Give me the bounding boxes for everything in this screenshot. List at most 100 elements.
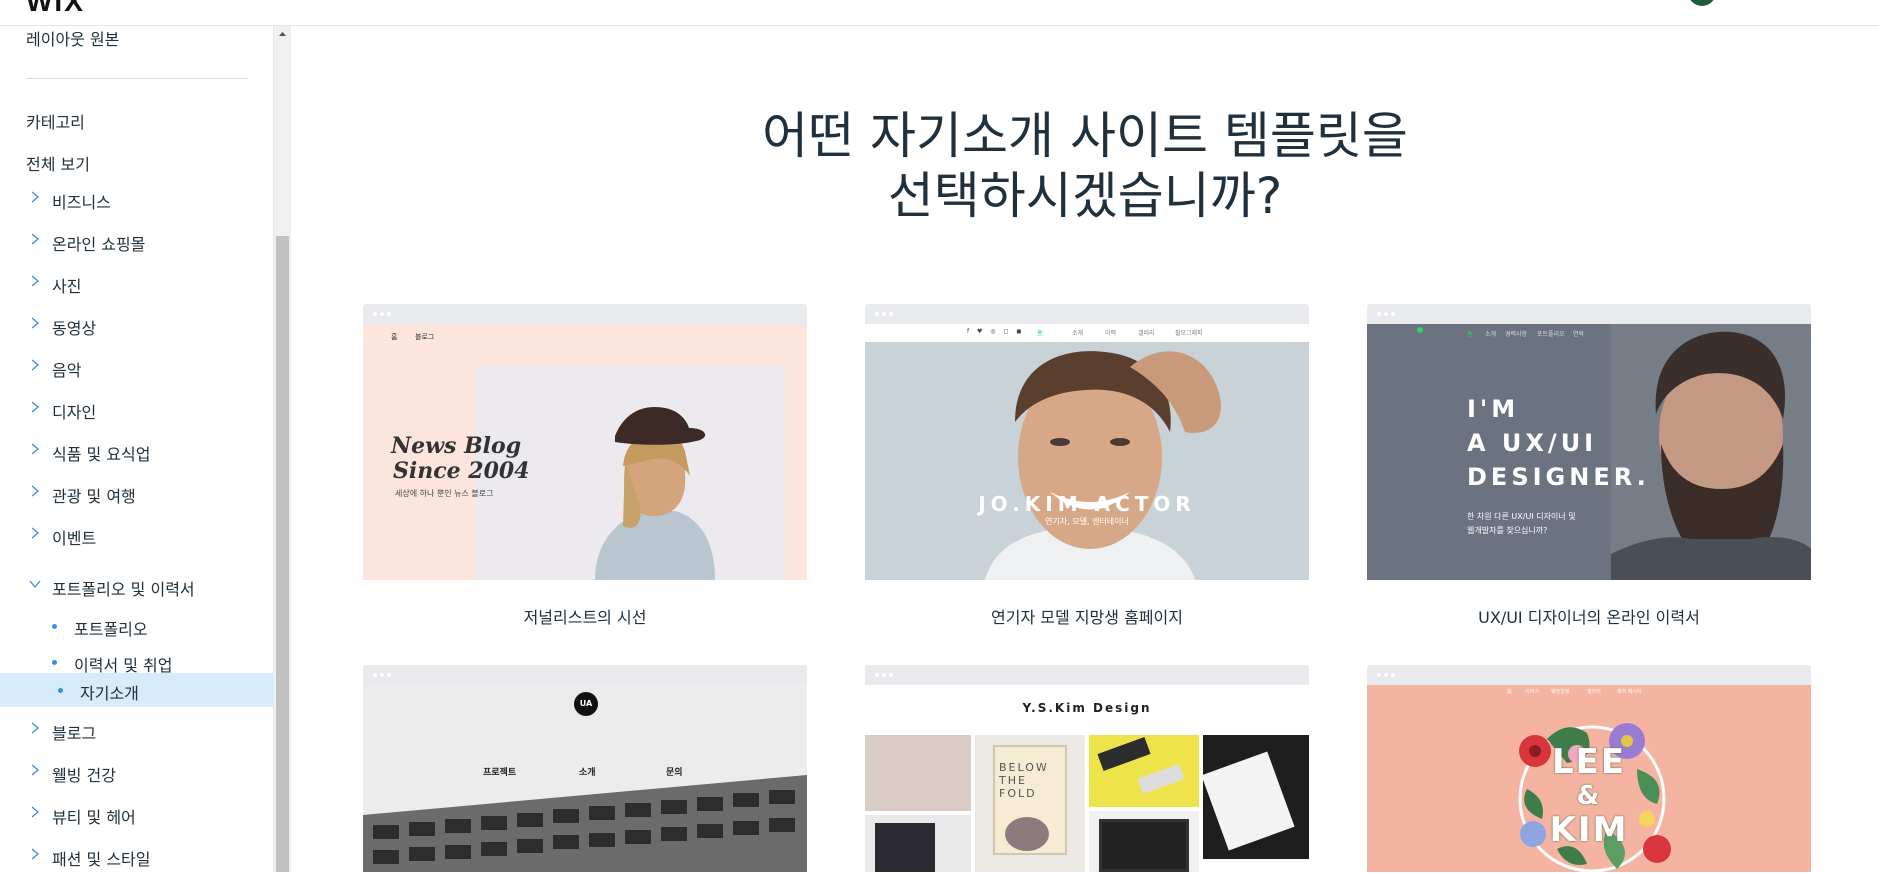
template-nav-blog: 블로그: [415, 333, 435, 341]
window-dot-icon: [889, 673, 893, 677]
window-dot-icon: [889, 312, 893, 316]
template-nav-item: 갤러리: [1587, 689, 1601, 695]
chevron-right-icon: [31, 764, 40, 776]
browser-chrome: [865, 304, 1309, 324]
gallery-tile: BELOW THE FOLD: [975, 735, 1085, 872]
template-nav-item: 홈: [1507, 689, 1512, 695]
sidebar-item-label: 뷰티 및 헤어: [52, 808, 136, 827]
scroll-up-arrow-icon[interactable]: [274, 26, 291, 43]
sidebar-category-item[interactable]: 사진: [0, 266, 274, 300]
sidebar-category-item[interactable]: 패션 및 스타일: [0, 839, 274, 873]
sidebar-category-item[interactable]: 온라인 쇼핑몰: [0, 224, 274, 258]
browser-chrome: [363, 665, 807, 685]
sidebar-category-item[interactable]: 블로그: [0, 713, 274, 747]
template-caption[interactable]: 저널리스트의 시선: [363, 604, 807, 628]
sidebar-divider: [26, 78, 248, 79]
sidebar-scrollbar[interactable]: [274, 26, 291, 872]
template-thumbnail: 홈 소개 경력사항 포트폴리오 연락 I'M A UX/UI DESIGNER.…: [1367, 324, 1811, 580]
template-card-journalist[interactable]: 홈 블로그 News Blog Since 2004 세상에 하나 뿐인 뉴스 …: [363, 304, 807, 644]
template-thumbnail: 홈 블로그 News Blog Since 2004 세상에 하나 뿐인 뉴스 …: [363, 324, 807, 580]
template-nav-item: 문의: [666, 768, 683, 778]
template-card-ux-designer[interactable]: 홈 소개 경력사항 포트폴리오 연락 I'M A UX/UI DESIGNER.…: [1367, 304, 1811, 644]
sidebar-category-item[interactable]: 디자인: [0, 392, 274, 426]
template-subtitle-line2: 웹개발자를 찾으십니까?: [1467, 526, 1548, 535]
template-title: JO.KIM ACTOR: [978, 492, 1196, 516]
chevron-right-icon: [31, 275, 40, 287]
sidebar-category-item[interactable]: 식품 및 요식업: [0, 434, 274, 468]
template-title-line2: Since 2004: [393, 458, 530, 484]
bullet-icon: [52, 660, 57, 665]
sidebar-item-portfolio-resume[interactable]: 포트폴리오 및 이력서: [0, 569, 274, 603]
chevron-right-icon: [31, 848, 40, 860]
page-title: 어떤 자기소개 사이트 템플릿을 선택하시겠습니까?: [291, 106, 1879, 226]
scrollbar-thumb[interactable]: [276, 236, 289, 872]
bullet-icon: [58, 688, 63, 693]
sidebar-category-item[interactable]: 동영상: [0, 308, 274, 342]
window-dot-icon: [1377, 312, 1381, 316]
bullet-icon: [52, 624, 57, 629]
chevron-right-icon: [31, 359, 40, 371]
template-subtitle: 세상에 하나 뿐인 뉴스 블로그: [395, 489, 494, 498]
window-dot-icon: [875, 673, 879, 677]
poster-text: BELOW THE FOLD: [999, 761, 1049, 800]
sidebar-item-label: 식품 및 요식업: [52, 445, 151, 464]
logo-partial[interactable]: WIX: [26, 0, 85, 18]
window-dot-icon: [387, 312, 391, 316]
view-all-link[interactable]: 전체 보기: [26, 151, 90, 175]
sidebar-category-item[interactable]: 음악: [0, 350, 274, 384]
template-nav-item: 포트폴리오: [1537, 331, 1565, 338]
gallery-tile: [1089, 735, 1199, 807]
top-bar: WIX: [0, 0, 1879, 26]
sidebar-category-item[interactable]: 뷰티 및 헤어: [0, 797, 274, 831]
template-nav-item: 홈: [1037, 330, 1043, 337]
layout-original-link[interactable]: 레이아웃 원본: [26, 26, 119, 50]
window-dot-icon: [380, 673, 384, 677]
sidebar-item-label: 사진: [52, 277, 82, 296]
sidebar-item-label: 포트폴리오 및 이력서: [52, 580, 195, 599]
template-title-line3: DESIGNER.: [1467, 463, 1650, 491]
window-dot-icon: [373, 673, 377, 677]
template-title-line3: KIM: [1549, 810, 1629, 850]
sidebar-subitem-self-intro[interactable]: 자기소개: [0, 673, 274, 707]
template-nav-item: 갤러리: [1138, 330, 1155, 337]
sidebar-category-item[interactable]: 웰빙 건강: [0, 755, 274, 789]
template-nav-home: 홈: [391, 333, 398, 341]
template-title-line2: &: [1576, 781, 1602, 811]
template-thumbnail: 홈 이야기 웨딩일정 갤러리 축하 메시지 LEE & KIM: [1367, 685, 1811, 872]
window-dot-icon: [1391, 673, 1395, 677]
sidebar-item-label: 동영상: [52, 319, 97, 338]
sidebar-category-item[interactable]: 관광 및 여행: [0, 476, 274, 510]
sidebar: 레이아웃 원본 카테고리 전체 보기 비즈니스 온라인 쇼핑몰 사진 동영상 음악 디자인…: [0, 26, 274, 872]
template-title-line1: LEE: [1551, 742, 1627, 782]
template-title: Y.S.Kim Design: [1022, 701, 1152, 715]
template-card-wedding[interactable]: 홈 이야기 웨딩일정 갤러리 축하 메시지 LEE & KIM: [1367, 665, 1811, 872]
template-title-line1: News Blog: [391, 433, 522, 459]
window-dot-icon: [1384, 312, 1388, 316]
template-nav-item: 소개: [1072, 330, 1084, 337]
template-caption[interactable]: UX/UI 디자이너의 온라인 이력서: [1367, 604, 1811, 628]
sidebar-item-label: 디자인: [52, 403, 97, 422]
sidebar-item-label: 블로그: [52, 724, 97, 743]
template-nav-item: 경력사항: [1505, 331, 1528, 338]
main-content: 어떤 자기소개 사이트 템플릿을 선택하시겠습니까? 홈 블로그 News Bl…: [291, 26, 1879, 872]
gallery-tile: [1201, 735, 1309, 859]
avatar[interactable]: [1688, 0, 1716, 6]
template-card-actor[interactable]: f ♥ ◎ ◻ ◼ 홈 소개 이력 갤러리 필모그래피 JO.KIM ACTOR…: [865, 304, 1309, 644]
template-nav-item: 소개: [1485, 331, 1497, 338]
sidebar-item-label: 관광 및 여행: [52, 487, 136, 506]
template-card-architecture[interactable]: UA 프로젝트 소개 문의: [363, 665, 807, 872]
template-subtitle: 연기자, 모델, 엔터테이너: [1045, 517, 1129, 526]
window-dot-icon: [1377, 673, 1381, 677]
template-title: I'M A UX/UI DESIGNER.: [1467, 392, 1650, 494]
sidebar-subitem-portfolio[interactable]: 포트폴리오: [0, 609, 274, 643]
chevron-right-icon: [31, 443, 40, 455]
chevron-right-icon: [31, 806, 40, 818]
template-card-design-portfolio[interactable]: Y.S.Kim Design BELOW THE FOLD: [865, 665, 1309, 872]
sidebar-item-label: 이벤트: [52, 529, 97, 548]
template-caption[interactable]: 연기자 모델 지망생 홈페이지: [865, 604, 1309, 628]
logo-dot-icon: [1417, 327, 1423, 333]
chevron-right-icon: [31, 191, 40, 203]
window-dot-icon: [1391, 312, 1395, 316]
sidebar-category-item[interactable]: 비즈니스: [0, 182, 274, 216]
sidebar-category-item[interactable]: 이벤트: [0, 518, 274, 552]
